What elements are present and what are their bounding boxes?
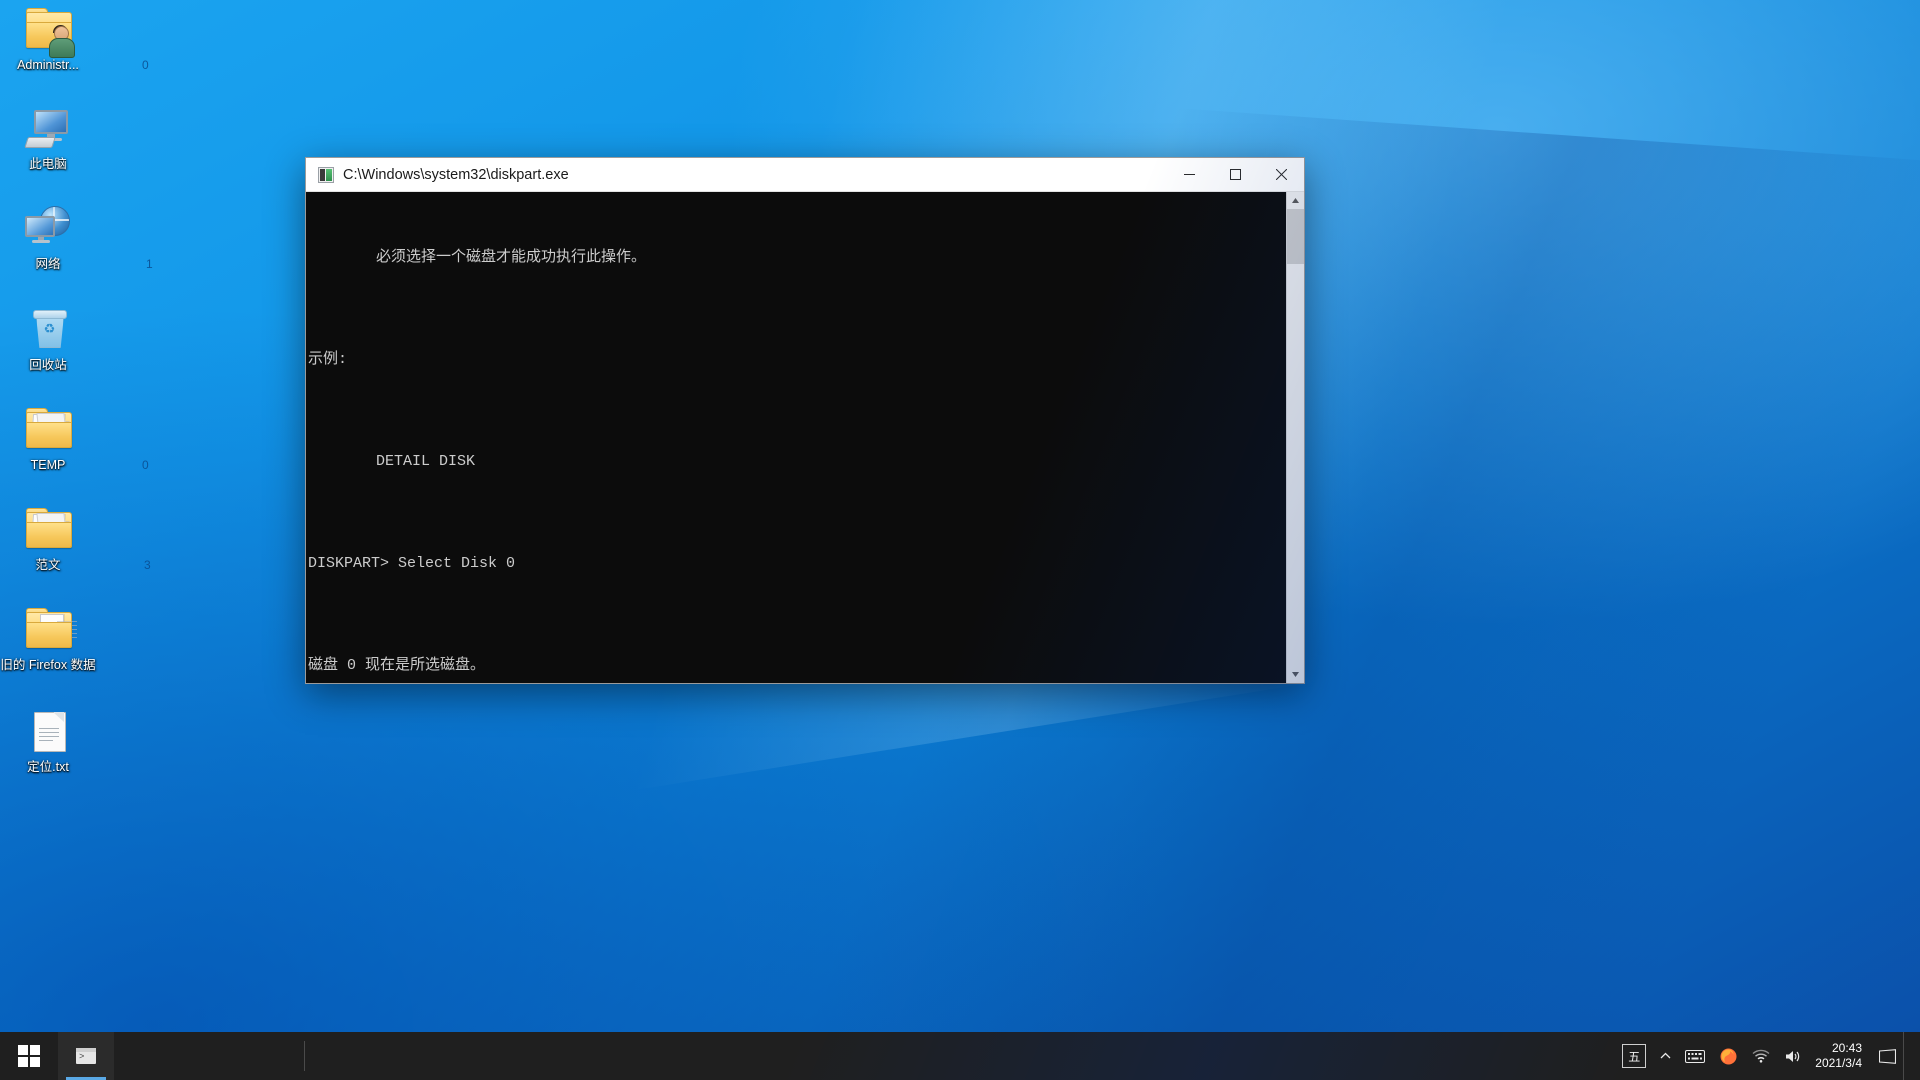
console-icon <box>76 1048 96 1064</box>
console-area[interactable]: 必须选择一个磁盘才能成功执行此操作。 示例: DETAIL DISK DISKP… <box>306 192 1304 683</box>
taskbar-clock[interactable]: 20:43 2021/3/4 <box>1809 1032 1872 1080</box>
scrollbar-thumb[interactable] <box>1287 209 1304 264</box>
taskbar-buttons <box>58 1032 114 1080</box>
icon-badge-5: 3 <box>144 558 151 572</box>
console-line-selected-disk: 磁盘 0 现在是所选磁盘。 <box>308 657 486 674</box>
clock-time: 20:43 <box>1831 1041 1862 1055</box>
desktop-icon-label: 网络 <box>35 257 61 271</box>
recycle-bin-icon: ♻ <box>24 306 72 354</box>
console-line: 示例: <box>308 351 348 368</box>
desktop-icon-label: Administr... <box>17 58 79 72</box>
icon-badge-2: 1 <box>146 257 153 271</box>
icon-badge-0: 0 <box>142 58 149 72</box>
console-output[interactable]: 必须选择一个磁盘才能成功执行此操作。 示例: DETAIL DISK DISKP… <box>306 192 1286 683</box>
text-file-icon <box>24 708 72 756</box>
tray-volume-icon[interactable] <box>1777 1032 1809 1080</box>
desktop-icon-dingwei-txt[interactable]: 定位.txt <box>0 708 96 775</box>
desktop-icon-label: 旧的 Firefox 数据 <box>0 658 96 672</box>
minimize-button[interactable] <box>1166 159 1212 191</box>
console-line: 必须选择一个磁盘才能成功执行此操作。 <box>340 249 647 266</box>
system-tray: 五 20:43 2021/3/4 <box>1615 1032 1920 1080</box>
start-button[interactable] <box>0 1032 58 1080</box>
desktop-icon-label: 此电脑 <box>29 157 67 171</box>
console-line-select-disk: DISKPART> Select Disk 0 <box>308 555 516 572</box>
taskbar-divider <box>304 1041 305 1071</box>
show-desktop-button[interactable] <box>1903 1032 1912 1080</box>
window-titlebar[interactable]: C:\Windows\system32\diskpart.exe <box>306 158 1304 192</box>
clock-date: 2021/3/4 <box>1815 1056 1862 1070</box>
desktop-icon-administrator[interactable]: Administr... 0 <box>0 6 149 73</box>
diskpart-window[interactable]: C:\Windows\system32\diskpart.exe 必须选择一个磁… <box>305 157 1305 684</box>
desktop-icon-fanwen[interactable]: 范文 3 <box>0 506 151 573</box>
folder-icon <box>24 406 72 454</box>
console-line: DETAIL DISK <box>340 453 476 470</box>
desktop-icon-this-pc[interactable]: 此电脑 <box>0 105 96 172</box>
desktop-icon-temp[interactable]: TEMP 0 <box>0 406 149 473</box>
desktop-icon-label: TEMP <box>30 458 66 472</box>
desktop-icon-old-firefox-data[interactable]: 旧的 Firefox 数据 <box>0 606 96 673</box>
taskbar[interactable]: 五 <box>0 1032 1920 1080</box>
desktop-icon-recycle-bin[interactable]: ♻ 回收站 <box>0 306 96 373</box>
taskbar-item-diskpart[interactable] <box>58 1032 114 1080</box>
tray-network-icon[interactable] <box>1745 1032 1777 1080</box>
tray-ime-mode[interactable]: 五 <box>1615 1032 1653 1080</box>
desktop-icon-label: 回收站 <box>29 358 67 372</box>
maximize-button[interactable] <box>1212 159 1258 191</box>
desktop-background[interactable]: Administr... 0 此电脑 网络 1 ♻ 回收站 TEMP 0 范文 … <box>0 0 1920 1080</box>
tray-firefox-icon[interactable] <box>1712 1032 1745 1080</box>
folder-icon <box>24 606 77 654</box>
this-pc-icon <box>24 105 72 153</box>
window-title: C:\Windows\system32\diskpart.exe <box>343 166 569 183</box>
tray-show-hidden-icons[interactable] <box>1653 1032 1678 1080</box>
ime-icon: 五 <box>1622 1044 1647 1068</box>
desktop-icon-label: 范文 <box>35 558 61 572</box>
console-scrollbar[interactable] <box>1286 192 1304 683</box>
user-folder-icon <box>24 6 75 58</box>
windows-logo-icon <box>18 1045 40 1067</box>
console-icon <box>318 166 334 183</box>
desktop-icon-network[interactable]: 网络 1 <box>0 205 153 272</box>
scrollbar-track[interactable] <box>1287 209 1304 666</box>
scroll-down-arrow[interactable] <box>1287 666 1304 683</box>
scroll-up-arrow[interactable] <box>1287 192 1304 209</box>
close-button[interactable] <box>1258 159 1304 191</box>
network-icon <box>24 205 72 253</box>
folder-icon <box>24 506 72 554</box>
desktop-icon-label: 定位.txt <box>27 760 69 774</box>
tray-keyboard-icon[interactable] <box>1678 1032 1712 1080</box>
tray-action-center-icon[interactable] <box>1872 1032 1903 1080</box>
icon-badge-4: 0 <box>142 458 149 472</box>
